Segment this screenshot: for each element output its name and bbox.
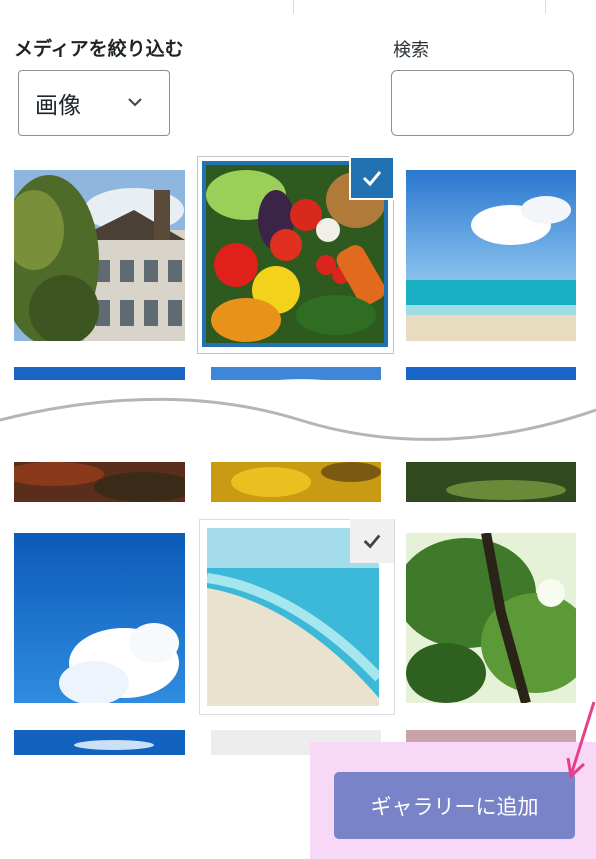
selected-checkmark-button[interactable] [350,519,394,563]
media-thumbnail-old-building[interactable] [14,170,185,341]
checkmark-icon [363,534,381,549]
old-building-image [14,170,185,341]
green-tree-image [406,533,576,703]
add-to-gallery-button[interactable]: ギャラリーに追加 [334,772,575,839]
yellow-ginkgo-image [211,462,381,502]
media-thumbnail-green-tree[interactable] [406,533,576,703]
media-filter-label: メディアを絞り込む [14,38,184,60]
media-thumbnail-yellow-ginkgo[interactable] [211,462,381,502]
blue-sky-image [14,730,185,755]
annotation-arrow-icon [566,701,596,779]
top-toolbar-edge [0,0,596,14]
autumn-forest-image [14,462,185,502]
blue-sky-clouds-image [14,533,185,703]
chevron-down-icon [128,98,142,107]
toolbar-divider [545,0,546,14]
selected-checkmark-button[interactable] [349,156,395,200]
media-thumbnail-blue-sky-clouds[interactable] [14,533,185,703]
media-thumbnail-autumn-forest[interactable] [14,462,185,502]
omission-wave-divider [0,380,596,460]
green-garden-image [406,462,576,502]
media-type-selected-value: 画像 [35,93,81,119]
search-label: 検索 [393,40,429,61]
toolbar-divider [293,0,294,14]
search-input[interactable] [391,70,574,136]
beach-sky-image [406,170,576,341]
media-type-select[interactable]: 画像 [18,70,170,136]
media-thumbnail-green-garden[interactable] [406,462,576,502]
media-thumbnail-beach-sky[interactable] [406,170,576,341]
media-thumbnail-partial[interactable] [14,730,185,755]
checkmark-icon [362,171,382,187]
